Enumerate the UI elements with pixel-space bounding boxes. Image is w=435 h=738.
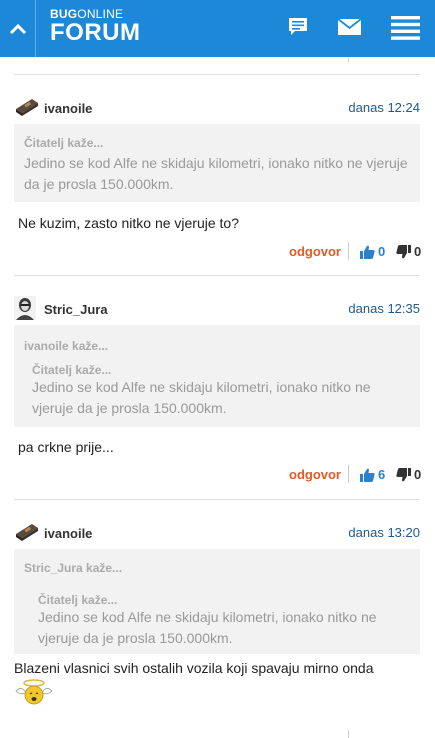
quote-box-outer: Stric_Jura kaže... Čitatelj kaže... Jedi… [14, 549, 420, 654]
post-header: ivanoile danas 13:20 [14, 524, 420, 544]
quote-box: Čitatelj kaže... Jedino se kod Alfe ne s… [14, 124, 420, 202]
thumbs-up-icon [360, 468, 375, 482]
quote-text: Jedino se kod Alfe ne skidaju kilometri,… [38, 609, 377, 646]
quote-author: Čitatelj kaže... [32, 363, 112, 377]
thumbs-down-icon [396, 244, 411, 258]
post-body: pa crkne prije... [18, 439, 114, 455]
post-time: danas 13:20 [348, 525, 420, 540]
mail-button[interactable] [337, 18, 362, 40]
chat-icon [289, 18, 307, 35]
quote-author: Stric_Jura kaže... [24, 561, 123, 575]
quote-box-inner: Čitatelj kaže... Jedino se kod Alfe ne s… [22, 355, 414, 423]
dislike-count: 0 [414, 467, 422, 482]
username[interactable]: ivanoile [44, 526, 92, 541]
post-header: ivanoile danas 12:24 [14, 99, 420, 119]
dislike-button[interactable]: 0 [396, 244, 421, 259]
quote-author: Čitatelj kaže... [38, 593, 118, 607]
quote-box-inner: Čitatelj kaže... Jedino se kod Alfe ne s… [28, 585, 414, 651]
dislike-count: 0 [414, 244, 422, 259]
quote-box-outer: ivanoile kaže... Čitatelj kaže... Jedino… [14, 325, 420, 427]
bug-online-forum-logo[interactable]: BUGONLINE FORUM [50, 8, 140, 46]
reply-link[interactable]: odgovor [289, 244, 341, 259]
thumbs-up-icon [360, 245, 375, 259]
logo-forum: FORUM [50, 19, 141, 46]
like-button[interactable]: 0 [360, 244, 385, 259]
user-avatar[interactable] [14, 520, 40, 544]
username[interactable]: ivanoile [44, 101, 92, 116]
quote-text: Jedino se kod Alfe ne skidaju kilometri,… [32, 379, 371, 416]
menu-button[interactable] [391, 16, 420, 45]
mail-icon [337, 18, 362, 35]
like-count: 6 [378, 467, 386, 482]
post-body: Ne kuzim, zasto nitko ne vjeruje to? [18, 215, 239, 231]
user-avatar[interactable] [14, 95, 40, 119]
user-avatar[interactable] [14, 296, 40, 320]
reply-link[interactable]: odgovor [289, 467, 341, 482]
action-separator [348, 465, 349, 483]
dislike-button[interactable]: 0 [396, 467, 421, 482]
post-body: Blazeni vlasnici svih ostalih vozila koj… [14, 660, 374, 676]
hamburger-menu-icon [391, 16, 420, 40]
like-count: 0 [378, 244, 386, 259]
username[interactable]: Stric_Jura [44, 302, 108, 317]
back-to-top-button[interactable] [0, 0, 36, 57]
quote-text: Jedino se kod Alfe ne skidaju kilometri,… [24, 155, 408, 192]
action-separator [348, 242, 349, 260]
post-time: danas 12:24 [348, 100, 420, 115]
post-header: Stric_Jura danas 12:35 [14, 296, 420, 320]
like-button[interactable]: 6 [360, 467, 385, 482]
chat-button[interactable] [288, 17, 308, 42]
thumbs-down-icon [396, 467, 411, 481]
chevron-up-icon [9, 23, 26, 34]
quote-author: ivanoile kaže... [24, 339, 109, 353]
previous-post-separator [348, 57, 349, 63]
post-divider [14, 499, 420, 500]
post-divider [14, 275, 420, 276]
action-separator [348, 730, 349, 738]
quote-author: Čitatelj kaže... [24, 136, 104, 150]
app-header: BUGONLINE FORUM [0, 0, 435, 57]
angel-smiley-icon [15, 679, 53, 705]
post-time: danas 12:35 [348, 301, 420, 316]
post-divider [14, 74, 420, 75]
